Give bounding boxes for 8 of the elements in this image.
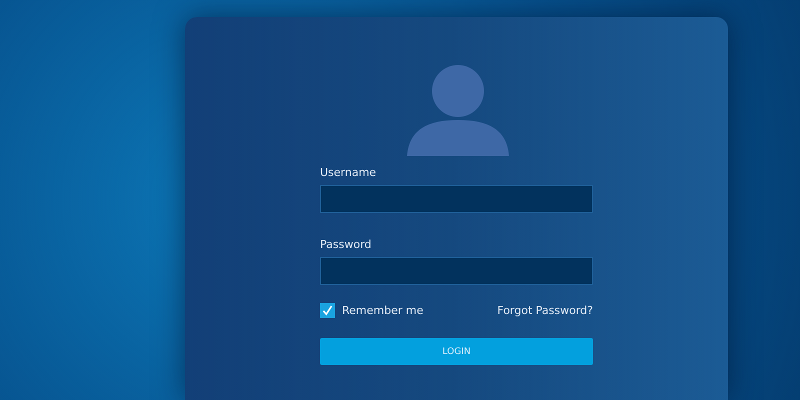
user-avatar-icon [406, 65, 508, 156]
remember-checkbox[interactable] [320, 303, 335, 318]
input-field[interactable] [320, 185, 593, 213]
forgot-password-link[interactable]: Forgot Password? [497, 304, 593, 317]
field-label: Password [320, 238, 372, 251]
field-label: Username [320, 166, 376, 179]
remember-label: Remember me [342, 304, 424, 317]
input-field[interactable] [320, 257, 593, 285]
